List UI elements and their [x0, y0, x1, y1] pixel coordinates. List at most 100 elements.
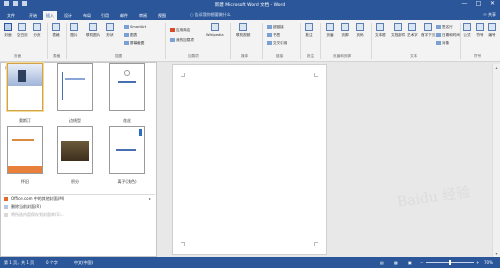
wordart-button[interactable]: 艺术字 [407, 23, 418, 38]
chevron-right-icon: ▸ [148, 196, 151, 201]
page-number-button[interactable]: 页码 [356, 23, 364, 38]
group-divider [47, 23, 48, 59]
tab-file[interactable]: 文件 [4, 11, 18, 20]
wikipedia-button[interactable]: Wikipedia [206, 23, 224, 37]
title-bar: 新建 Microsoft Word 文档 - Word — □ ✕ [0, 0, 500, 10]
date-time-label: 日期和时间 [442, 33, 460, 37]
cover-page-button[interactable]: 封面 [4, 23, 12, 38]
bookmark-button[interactable]: 书签 [267, 33, 280, 38]
group-divider [300, 23, 301, 59]
header-icon [326, 23, 334, 31]
cover-austin[interactable] [7, 63, 43, 111]
more-covers-menu-item[interactable]: Office.com 中的其他封面(M) ▸ [3, 195, 153, 203]
scroll-down-icon[interactable]: ▾ [494, 251, 499, 256]
cover-filigree-ornament [124, 70, 130, 76]
vertical-scrollbar[interactable]: ▴ ▾ [492, 64, 500, 257]
read-mode-icon[interactable]: ▤ [380, 260, 384, 265]
smartart-icon [124, 25, 129, 29]
document-page[interactable] [172, 64, 327, 255]
cover-filigree[interactable] [109, 63, 145, 111]
text-box-button[interactable]: 文本框 [375, 23, 386, 38]
web-layout-icon[interactable]: ▣ [408, 260, 412, 265]
cover-ion-tab [139, 129, 142, 136]
footer-button[interactable]: 页脚 [341, 23, 349, 38]
date-time-button[interactable]: 日期和时间 [436, 33, 460, 38]
table-button[interactable]: 表格 [52, 23, 60, 38]
page-break-button[interactable]: 分页 [33, 23, 41, 38]
print-layout-icon[interactable]: ▦ [394, 260, 398, 265]
cover-sideline[interactable] [57, 63, 93, 111]
bookmark-icon [267, 33, 272, 37]
online-video-button[interactable]: 联机视频 [236, 23, 250, 38]
cover-integral[interactable] [57, 126, 93, 174]
ribbon-tabs: 文件 开始 插入 设计 布局 引用 邮件 审阅 视图 ○ 告诉我你想要做什么 ⚇… [0, 10, 500, 20]
shapes-label: 形状 [106, 33, 114, 37]
cover-page-icon [4, 23, 12, 31]
share-button[interactable]: ⚇ 共享 [483, 12, 496, 18]
object-button[interactable]: 对象 [436, 41, 449, 46]
blank-page-button[interactable]: 空白页 [17, 23, 28, 38]
group-divider [371, 23, 372, 59]
minimize-button[interactable]: — [461, 1, 468, 7]
addins-icon [170, 38, 175, 42]
numbering-button[interactable]: 编号 [488, 23, 496, 38]
group-label-symbols: 符号 [474, 54, 482, 58]
tab-layout[interactable]: 布局 [80, 11, 94, 20]
tab-view[interactable]: 视图 [155, 11, 169, 20]
drop-cap-label: 首字下沉 [421, 33, 436, 37]
remove-cover-menu-item[interactable]: 删除当前封面(R) [3, 203, 153, 211]
shapes-button[interactable]: 形状 [106, 23, 114, 38]
drop-cap-button[interactable]: 首字下沉 [421, 23, 435, 38]
tell-me-box[interactable]: ○ 告诉我你想要做什么 [190, 12, 231, 18]
cover-filigree-text [118, 81, 136, 83]
shapes-icon [106, 23, 114, 31]
symbol-button[interactable]: 符号 [476, 23, 484, 38]
cover-austin-strip [18, 70, 26, 82]
zoom-out-icon[interactable]: − [420, 260, 423, 265]
comment-button[interactable]: 批注 [305, 23, 313, 38]
footer-icon [341, 23, 349, 31]
chart-button[interactable]: 图表 [124, 33, 137, 38]
zoom-level[interactable]: 70% [484, 260, 493, 265]
table-label: 表格 [52, 33, 60, 37]
group-label-text: 文本 [410, 54, 418, 58]
status-bar: 第 1 页，共 1 页 0 个字 中文(中国) ▤ ▦ ▣ − + 70% [0, 257, 500, 268]
tab-review[interactable]: 审阅 [136, 11, 150, 20]
signature-line-button[interactable]: 签名行 [436, 25, 453, 30]
my-addins-label: 我的加载项 [176, 38, 194, 42]
smartart-button[interactable]: SmartArt [124, 25, 146, 29]
zoom-in-icon[interactable]: + [476, 260, 479, 265]
cover-ion-light[interactable] [109, 126, 145, 174]
page-break-label: 分页 [33, 33, 41, 37]
comment-label: 批注 [305, 33, 313, 37]
page-count[interactable]: 第 1 页，共 1 页 [4, 260, 34, 266]
store-button[interactable]: 应用商店 [170, 28, 190, 33]
zoom-slider-thumb[interactable] [449, 260, 451, 265]
screenshot-button[interactable]: 屏幕截图 [124, 41, 144, 46]
equation-button[interactable]: 公式 [463, 23, 471, 38]
maximize-button[interactable]: □ [475, 1, 482, 7]
tab-mailings[interactable]: 邮件 [117, 11, 131, 20]
blank-page-label: 空白页 [17, 33, 28, 37]
language[interactable]: 中文(中国) [74, 260, 93, 266]
my-addins-button[interactable]: 我的加载项 [170, 38, 194, 43]
footer-label: 页脚 [341, 33, 349, 37]
tab-insert[interactable]: 插入 [43, 11, 57, 20]
cross-reference-button[interactable]: 交叉引用 [267, 41, 287, 46]
cover-retrospect[interactable] [7, 126, 43, 174]
scroll-up-icon[interactable]: ▴ [494, 65, 499, 70]
tab-references[interactable]: 引用 [98, 11, 112, 20]
header-button[interactable]: 页眉 [326, 23, 334, 38]
group-divider [165, 23, 166, 59]
hyperlink-button[interactable]: 超链接 [267, 25, 284, 30]
screenshot-label: 屏幕截图 [130, 41, 145, 45]
online-pictures-button[interactable]: 联机图片 [86, 23, 100, 38]
close-button[interactable]: ✕ [489, 1, 496, 7]
word-count[interactable]: 0 个字 [46, 260, 58, 266]
delete-cover-icon [4, 205, 8, 209]
quick-parts-button[interactable]: 文档部件 [391, 23, 405, 38]
save-to-gallery-menu-item: 将所选内容保存到封面库(S)... [3, 211, 153, 219]
pictures-button[interactable]: 图片 [70, 23, 78, 38]
tab-home[interactable]: 开始 [26, 11, 40, 20]
tab-design[interactable]: 设计 [61, 11, 75, 20]
